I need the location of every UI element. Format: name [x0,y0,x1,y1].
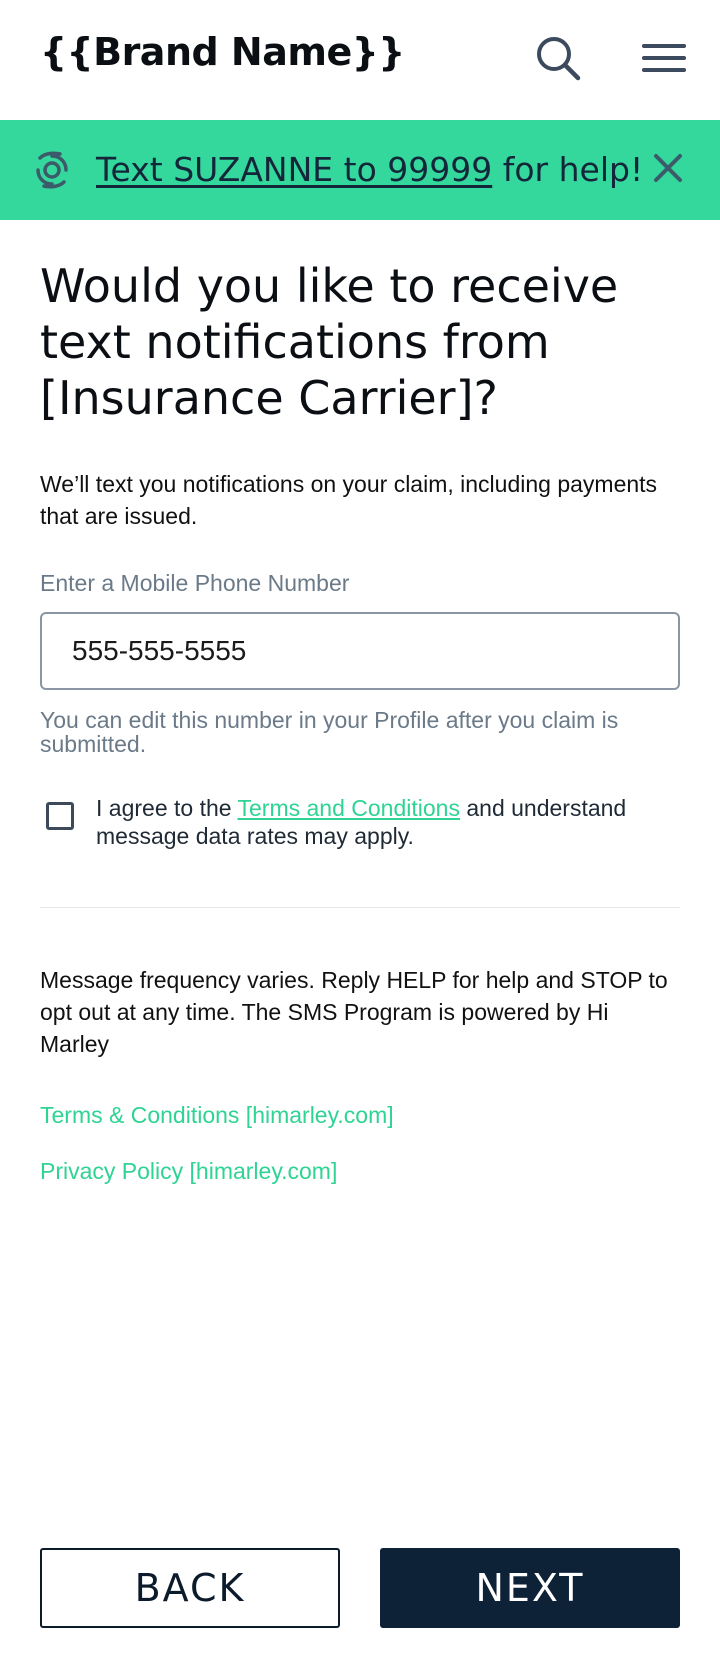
terms-checkbox[interactable] [46,802,74,830]
back-button[interactable]: BACK [40,1548,340,1628]
page-title: Would you like to receive text notificat… [40,259,619,425]
banner-message: Text SUZANNE to 99999 for help! [96,148,643,192]
terms-and-conditions-link[interactable]: Terms and Conditions [238,795,460,821]
terms-agreement-text: I agree to the Terms and Conditions and … [96,794,686,850]
phone-helper-text: You can edit this number in your Profile… [40,707,619,757]
phone-field-label: Enter a Mobile Phone Number [40,570,350,596]
next-button[interactable]: NEXT [380,1548,680,1628]
phone-number-input[interactable] [40,612,680,690]
help-banner: Text SUZANNE to 99999 for help! [0,120,720,220]
search-icon[interactable] [534,34,584,84]
brand-name: {{Brand Name}} [40,30,405,74]
page-description: We’ll text you notifications on your cla… [40,471,658,529]
sms-help-link[interactable]: Text SUZANNE to 99999 [96,150,492,189]
hamburger-menu-icon[interactable] [640,38,688,78]
banner-suffix: for help! [492,150,644,189]
terms-conditions-link[interactable]: Terms & Conditions [himarley.com] [40,1102,394,1129]
privacy-policy-link[interactable]: Privacy Policy [himarley.com] [40,1158,337,1185]
sms-disclaimer: Message frequency varies. Reply HELP for… [40,967,668,1057]
app-header: {{Brand Name}} [0,0,720,120]
divider [40,907,680,908]
close-icon[interactable] [650,150,686,186]
hurricane-icon [30,148,74,192]
agree-prefix: I agree to the [96,795,238,821]
